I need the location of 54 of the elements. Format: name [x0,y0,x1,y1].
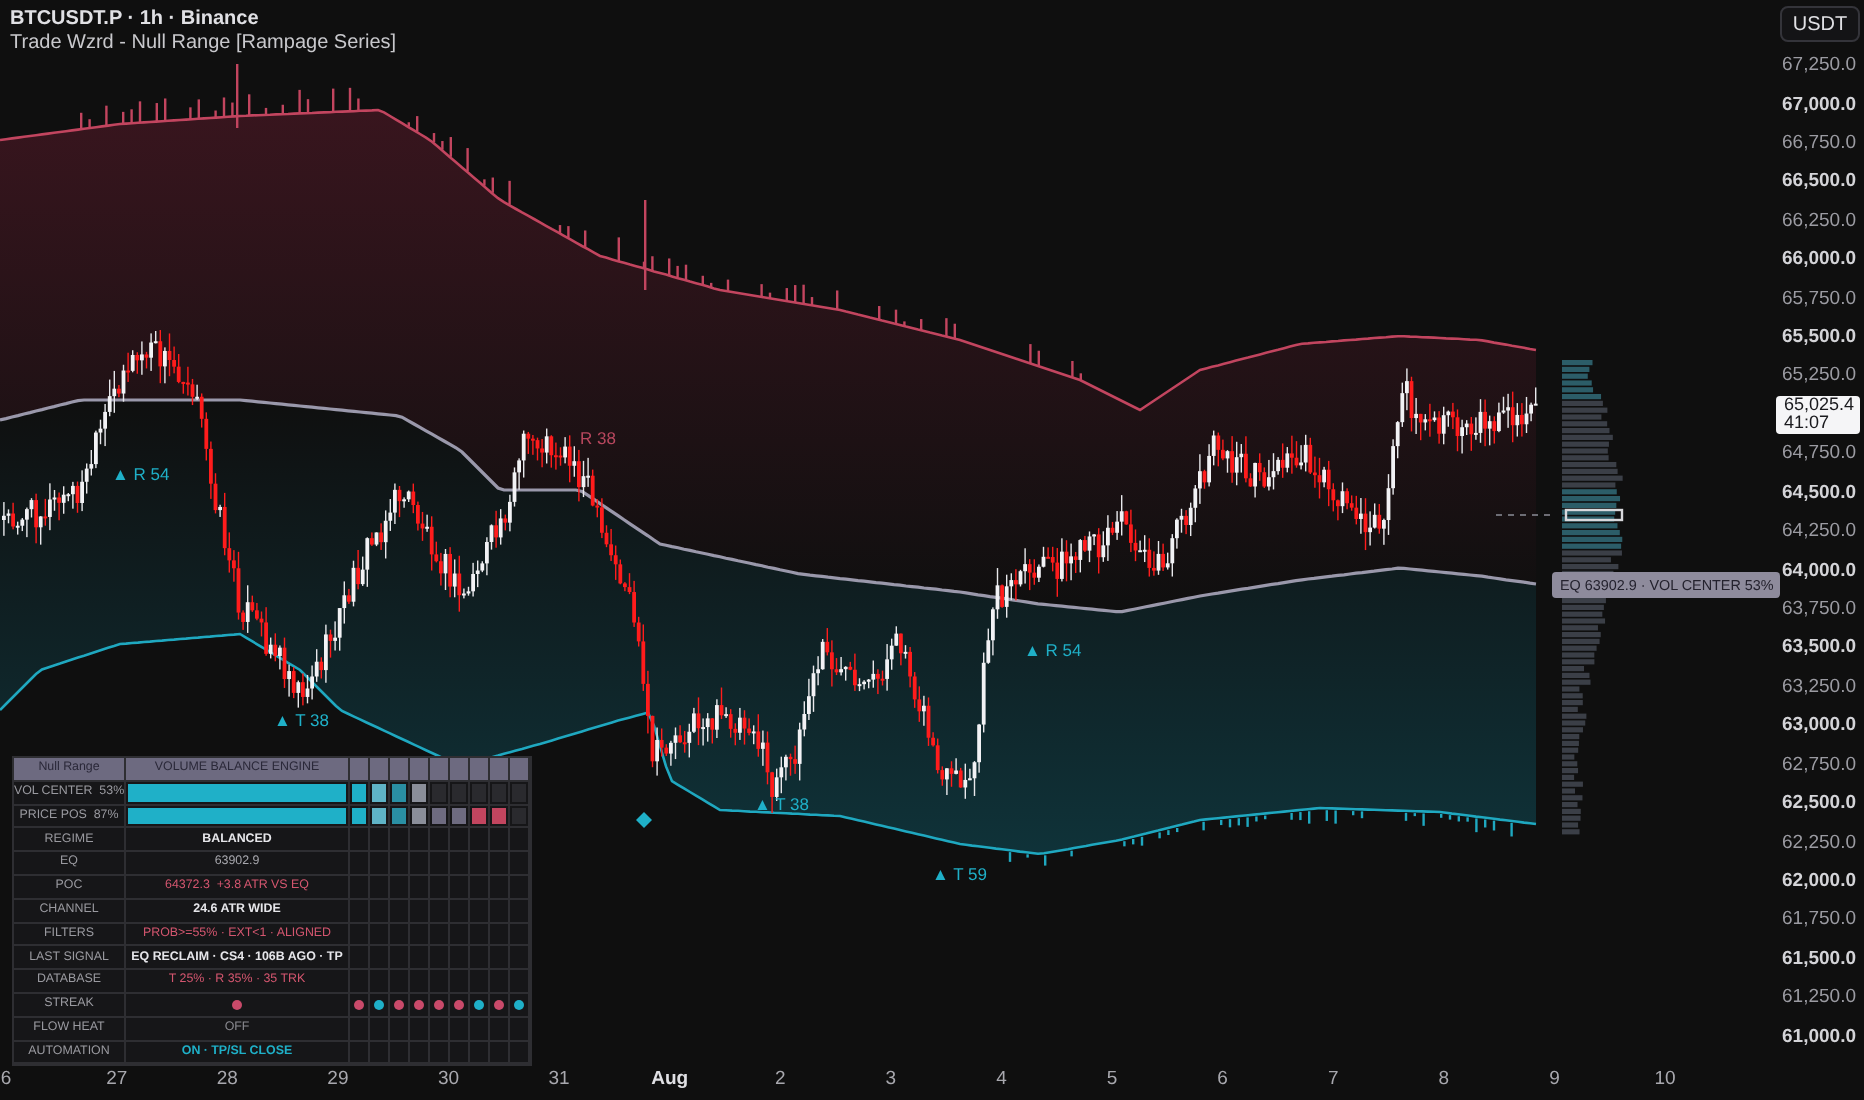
diamond-icon [636,812,652,828]
countdown: 41:07 [1784,414,1830,434]
price-label: 63,500.0 [1782,636,1856,659]
currency-button[interactable]: USDT [1780,6,1860,42]
price-label: 63,000.0 [1782,714,1856,737]
date-label: 7 [1325,1067,1341,1089]
date-label: 29 [325,1067,351,1089]
date-label: 28 [214,1067,240,1089]
signal-label: ▲ T 38 [754,794,809,814]
date-label: 6 [1215,1067,1230,1089]
date-label: Aug [649,1067,691,1089]
price-label: 61,500.0 [1782,947,1856,970]
price-label: 64,000.0 [1782,559,1856,582]
price-label: 61,250.0 [1782,986,1856,1009]
signal-label: R 38 [580,428,616,448]
price-label: 62,750.0 [1782,753,1856,776]
price-label: 66,500.0 [1782,170,1856,193]
price-label: 61,750.0 [1782,908,1856,931]
price-label: 61,000.0 [1782,1025,1856,1048]
date-label: 27 [104,1067,130,1089]
signal-label: ▲ T 59 [932,864,987,884]
date-label: 6 [0,1067,14,1089]
date-label: 8 [1436,1067,1452,1089]
price-label: 63,750.0 [1782,598,1856,620]
price-label: 65,500.0 [1782,326,1856,349]
date-label: 4 [994,1067,1009,1089]
price-label: 64,250.0 [1782,520,1856,543]
signal-label: ▲ R 54 [112,464,170,484]
last-price: 65,025.4 [1784,395,1857,415]
price-label: 67,250.0 [1782,54,1856,77]
poc-dashed-line [1495,514,1553,516]
signal-label: ▲ T 38 [274,710,329,730]
date-label: 10 [1652,1067,1678,1089]
date-label: 2 [772,1067,788,1089]
price-label: 63,250.0 [1782,675,1856,698]
price-label: 64,750.0 [1782,442,1856,465]
price-label: 66,750.0 [1782,131,1856,154]
date-label: 30 [435,1067,462,1089]
price-label: 62,000.0 [1782,869,1856,892]
date-label: 31 [546,1067,572,1089]
price-label: 65,750.0 [1782,287,1856,310]
price-label: 62,500.0 [1782,792,1856,815]
date-label: 3 [883,1067,899,1089]
signal-label: ▲ R 54 [1024,640,1082,660]
price-label: 65,250.0 [1782,364,1856,387]
date-label: 9 [1547,1067,1562,1089]
price-label: 66,000.0 [1782,248,1856,271]
price-label: 67,000.0 [1782,93,1856,116]
price-label: 62,250.0 [1782,831,1856,854]
price-label: 64,500.0 [1782,481,1856,504]
indicator-title: Trade Wzrd - Null Range [Rampage Series] [10,32,397,54]
price-label: 66,250.0 [1782,209,1856,232]
symbol-title: BTCUSDT.P · 1h · Binance [10,8,261,30]
date-label: 5 [1104,1067,1120,1089]
